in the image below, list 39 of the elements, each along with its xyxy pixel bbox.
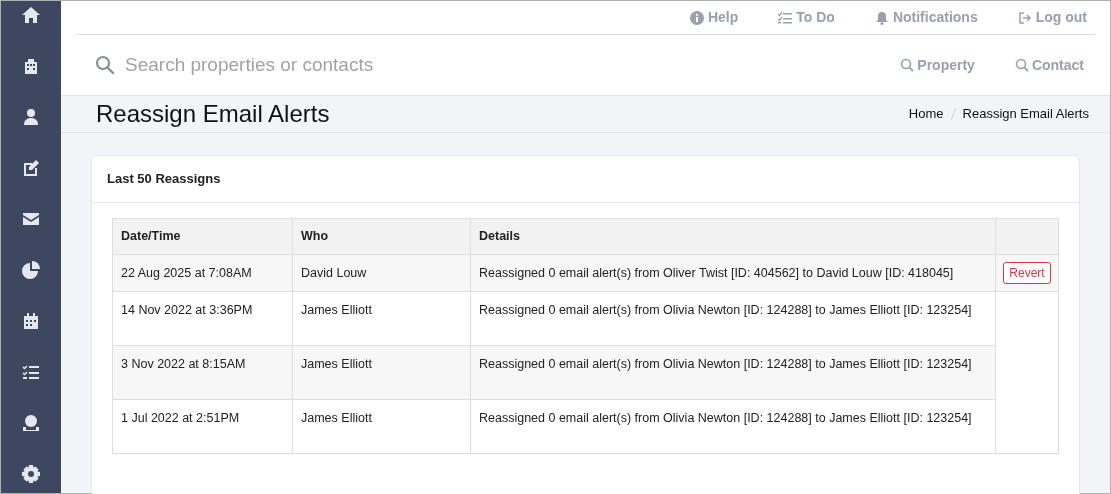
column-header: Who: [292, 218, 471, 255]
settings-icon[interactable]: [21, 464, 41, 484]
logout-icon: [1017, 10, 1032, 25]
nav-link[interactable]: Notifications: [874, 7, 978, 28]
table-cell: 3 Nov 2022 at 8:15AM: [112, 345, 293, 400]
table-cell: Reassigned 0 email alert(s) from Olivia Newton [ID: 124288] to James Elliott [ID: 123254]: [470, 291, 996, 346]
page-title: Reassign Email Alerts: [96, 99, 330, 129]
search-icon: [900, 58, 915, 72]
info-icon: [689, 10, 704, 25]
search-icon: [1014, 58, 1029, 72]
breadcrumb-link[interactable]: Home: [908, 104, 944, 124]
person-icon[interactable]: [21, 107, 41, 127]
column-header: Details: [470, 218, 996, 255]
edit-icon[interactable]: [21, 158, 41, 178]
pie-chart-icon[interactable]: [21, 260, 41, 280]
table-cell: James Elliott: [292, 291, 471, 346]
home-icon[interactable]: [21, 5, 41, 25]
bell-icon: [874, 10, 889, 25]
column-header: Date/Time: [112, 218, 293, 255]
card-title: Last 50 Reassigns: [107, 170, 221, 189]
calendar-icon[interactable]: [21, 311, 41, 331]
table-cell: James Elliott: [292, 399, 471, 454]
breadcrumb-current: Reassign Email Alerts: [962, 105, 1089, 124]
nav-link[interactable]: Log out: [1017, 7, 1087, 28]
table-cell: James Elliott: [292, 345, 471, 400]
search-type-button[interactable]: Contact: [1014, 54, 1084, 76]
checklist-icon[interactable]: [21, 362, 41, 382]
checklist-icon: [778, 10, 793, 25]
search-type-button[interactable]: Property: [900, 54, 975, 76]
search-field[interactable]: Search properties or contacts: [125, 50, 901, 80]
revert-button[interactable]: Revert: [1003, 262, 1051, 284]
table-cell: 1 Jul 2022 at 2:51PM: [112, 399, 293, 454]
table-cell: 22 Aug 2025 at 7:08AM: [112, 254, 293, 292]
table-cell: 14 Nov 2022 at 3:36PM: [112, 291, 293, 346]
nav-link[interactable]: Help: [689, 7, 739, 28]
nav-link[interactable]: To Do: [778, 7, 835, 28]
search-icon: [95, 55, 115, 75]
table-cell: David Louw: [292, 254, 471, 292]
table-cell: Reassigned 0 email alert(s) from Oliver Twist [ID: 404562] to David Louw [ID: 418045]: [470, 254, 996, 292]
